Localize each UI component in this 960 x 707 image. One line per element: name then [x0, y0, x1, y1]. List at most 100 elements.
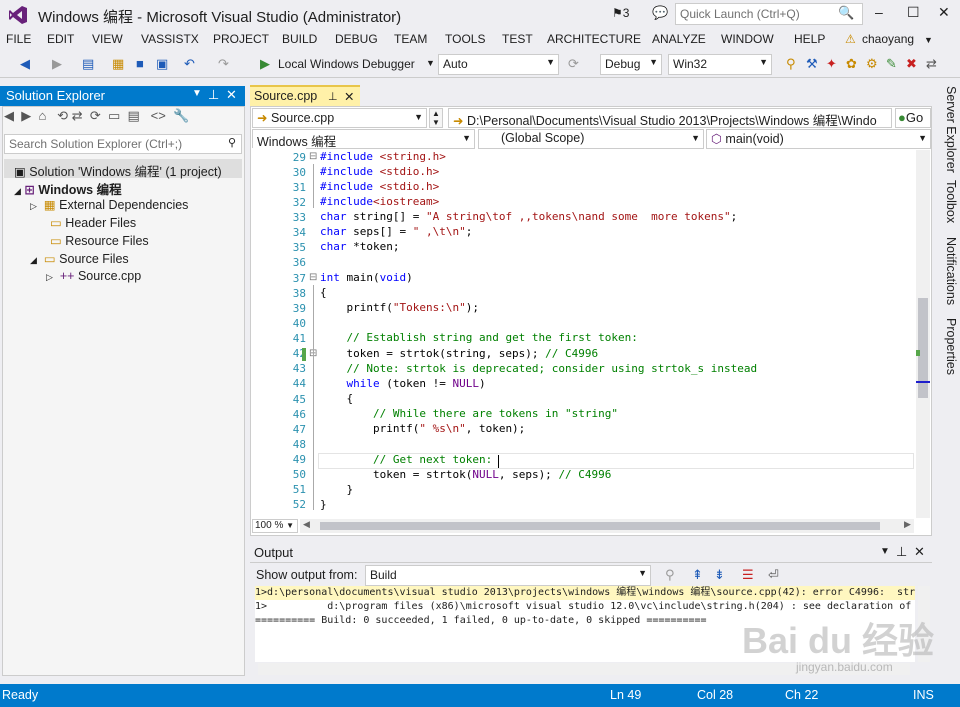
- expand-icon[interactable]: ◢: [14, 186, 21, 196]
- menu-analyze[interactable]: ANALYZE: [652, 32, 706, 46]
- close-button[interactable]: ✕: [938, 4, 950, 21]
- pin-icon[interactable]: ⊥: [896, 544, 907, 560]
- configuration-combo[interactable]: Debug ▼: [600, 54, 662, 75]
- scroll-left-icon[interactable]: ◀: [303, 519, 310, 530]
- menu-help[interactable]: HELP: [794, 32, 825, 46]
- forward-icon[interactable]: ▶: [52, 56, 62, 72]
- close-icon[interactable]: ✕: [914, 544, 925, 560]
- home-icon[interactable]: ⌂: [38, 108, 46, 123]
- tab-properties[interactable]: Properties: [938, 318, 958, 375]
- file-navigation-combo[interactable]: ➜ Source.cpp ▼: [252, 108, 427, 128]
- menu-architecture[interactable]: ARCHITECTURE: [547, 32, 641, 46]
- close-icon[interactable]: ✕: [344, 89, 354, 104]
- search-icon[interactable]: ⚲: [228, 136, 236, 149]
- solution-search-input[interactable]: Search Solution Explorer (Ctrl+;): [4, 134, 242, 154]
- quick-launch-input[interactable]: Quick Launch (Ctrl+Q): [675, 3, 863, 25]
- scroll-thumb[interactable]: [320, 522, 880, 530]
- zoom-combo[interactable]: 100 % ▼: [252, 519, 298, 533]
- tree-project[interactable]: ◢ ⊞ Windows 编程: [14, 179, 122, 198]
- solution-config-combo[interactable]: Auto ▼: [438, 54, 559, 75]
- toolbar-icon[interactable]: ⚒: [806, 56, 818, 72]
- global-scope-combo[interactable]: (Global Scope) ▼: [478, 129, 704, 149]
- back-icon[interactable]: ◀: [4, 108, 14, 123]
- open-file-icon[interactable]: ▦: [112, 56, 124, 72]
- toolbar-icon[interactable]: ✎: [886, 56, 897, 72]
- user-name[interactable]: chaoyang: [862, 32, 914, 46]
- pin-icon[interactable]: ⊥: [208, 87, 219, 103]
- properties-icon[interactable]: 🔧: [173, 108, 189, 123]
- next-message-icon[interactable]: ⇟: [714, 567, 725, 583]
- dropdown-icon[interactable]: ▼: [880, 546, 890, 557]
- expand-icon[interactable]: ◢: [30, 255, 37, 265]
- collapsed-icon[interactable]: ▷: [46, 272, 53, 282]
- undo-icon[interactable]: ↶: [184, 56, 195, 72]
- refresh-icon[interactable]: ⟳: [90, 108, 101, 123]
- forward-icon[interactable]: ▶: [21, 108, 31, 123]
- back-icon[interactable]: ◀: [20, 56, 30, 72]
- go-button[interactable]: ●Go: [895, 108, 931, 128]
- collapse-all-icon[interactable]: ▭: [108, 108, 120, 123]
- prev-message-icon[interactable]: ⇞: [692, 567, 703, 583]
- debugger-label[interactable]: Local Windows Debugger: [278, 57, 415, 71]
- menu-vassistx[interactable]: VASSISTX: [141, 32, 199, 46]
- collapsed-icon[interactable]: ▷: [30, 201, 37, 211]
- horizontal-scrollbar[interactable]: [300, 519, 914, 533]
- menu-test[interactable]: TEST: [502, 32, 533, 46]
- menu-debug[interactable]: DEBUG: [335, 32, 378, 46]
- pending-icon[interactable]: ⇄: [72, 108, 83, 123]
- menu-project[interactable]: PROJECT: [213, 32, 269, 46]
- chevron-down-icon[interactable]: ▼: [924, 35, 933, 45]
- menu-window[interactable]: WINDOW: [721, 32, 774, 46]
- find-in-files-icon[interactable]: ⚲: [786, 56, 796, 72]
- tree-source-cpp[interactable]: ▷ ++ Source.cpp: [46, 269, 141, 283]
- tree-header-files[interactable]: ▭ Header Files: [50, 215, 136, 230]
- tab-source-cpp[interactable]: Source.cpp ⊥ ✕: [250, 85, 360, 107]
- clear-all-icon[interactable]: ☰: [742, 567, 754, 583]
- notification-flag-icon[interactable]: ⚑3: [612, 6, 629, 20]
- debugger-dropdown-icon[interactable]: ▼: [426, 58, 435, 68]
- tree-external-dependencies[interactable]: ▷ ▦ External Dependencies: [30, 197, 188, 212]
- tree-resource-files[interactable]: ▭ Resource Files: [50, 233, 149, 248]
- menu-build[interactable]: BUILD: [282, 32, 317, 46]
- collapse-icon[interactable]: ⊟: [309, 151, 317, 162]
- spin-button[interactable]: ▲ ▼: [429, 108, 443, 128]
- save-all-icon[interactable]: ▣: [156, 56, 168, 72]
- menu-team[interactable]: TEAM: [394, 32, 427, 46]
- new-project-icon[interactable]: ▤: [82, 56, 94, 72]
- tree-source-files[interactable]: ◢ ▭ Source Files: [30, 251, 129, 266]
- minimize-button[interactable]: –: [875, 4, 883, 20]
- toolbar-icon[interactable]: ✿: [846, 56, 857, 72]
- scroll-right-icon[interactable]: ▶: [904, 519, 911, 530]
- toolbar-icon[interactable]: ⚙: [866, 56, 878, 72]
- tree-solution[interactable]: ▣ Solution 'Windows 编程' (1 project): [14, 161, 222, 180]
- feedback-icon[interactable]: 💬: [652, 5, 668, 21]
- sync-icon[interactable]: ⟲: [57, 108, 68, 123]
- toolbar-icon[interactable]: ⇄: [926, 56, 937, 72]
- save-icon[interactable]: ■: [136, 56, 144, 71]
- output-source-combo[interactable]: Build ▼: [365, 565, 651, 586]
- dropdown-icon[interactable]: ▼: [192, 88, 202, 99]
- restore-button[interactable]: ☐: [907, 4, 920, 21]
- tab-notifications[interactable]: Notifications: [938, 237, 958, 305]
- close-icon[interactable]: ✕: [226, 87, 237, 103]
- vertical-scrollbar[interactable]: [916, 150, 930, 518]
- menu-view[interactable]: VIEW: [92, 32, 123, 46]
- refresh-icon[interactable]: ⟳: [568, 56, 579, 72]
- find-message-icon[interactable]: ⚲: [665, 567, 675, 583]
- menu-tools[interactable]: TOOLS: [445, 32, 485, 46]
- menu-file[interactable]: FILE: [6, 32, 31, 46]
- word-wrap-icon[interactable]: ⏎: [768, 567, 779, 583]
- pin-icon[interactable]: ⊥: [328, 90, 338, 103]
- redo-icon[interactable]: ↷: [218, 56, 229, 72]
- platform-combo[interactable]: Win32 ▼: [668, 54, 772, 75]
- start-debug-icon[interactable]: ▶: [260, 56, 270, 72]
- search-icon[interactable]: 🔍: [838, 5, 854, 21]
- scroll-thumb[interactable]: [918, 298, 928, 398]
- project-scope-combo[interactable]: Windows 编程 ▼: [252, 129, 475, 149]
- tab-toolbox[interactable]: Toolbox: [938, 180, 958, 223]
- collapse-icon[interactable]: ⊟: [309, 272, 317, 283]
- show-all-files-icon[interactable]: ▤: [128, 108, 140, 123]
- path-combo[interactable]: ➜ D:\Personal\Documents\Visual Studio 20…: [448, 108, 892, 128]
- toolbar-icon[interactable]: ✦: [826, 56, 837, 72]
- toolbar-icon[interactable]: ✖: [906, 56, 917, 72]
